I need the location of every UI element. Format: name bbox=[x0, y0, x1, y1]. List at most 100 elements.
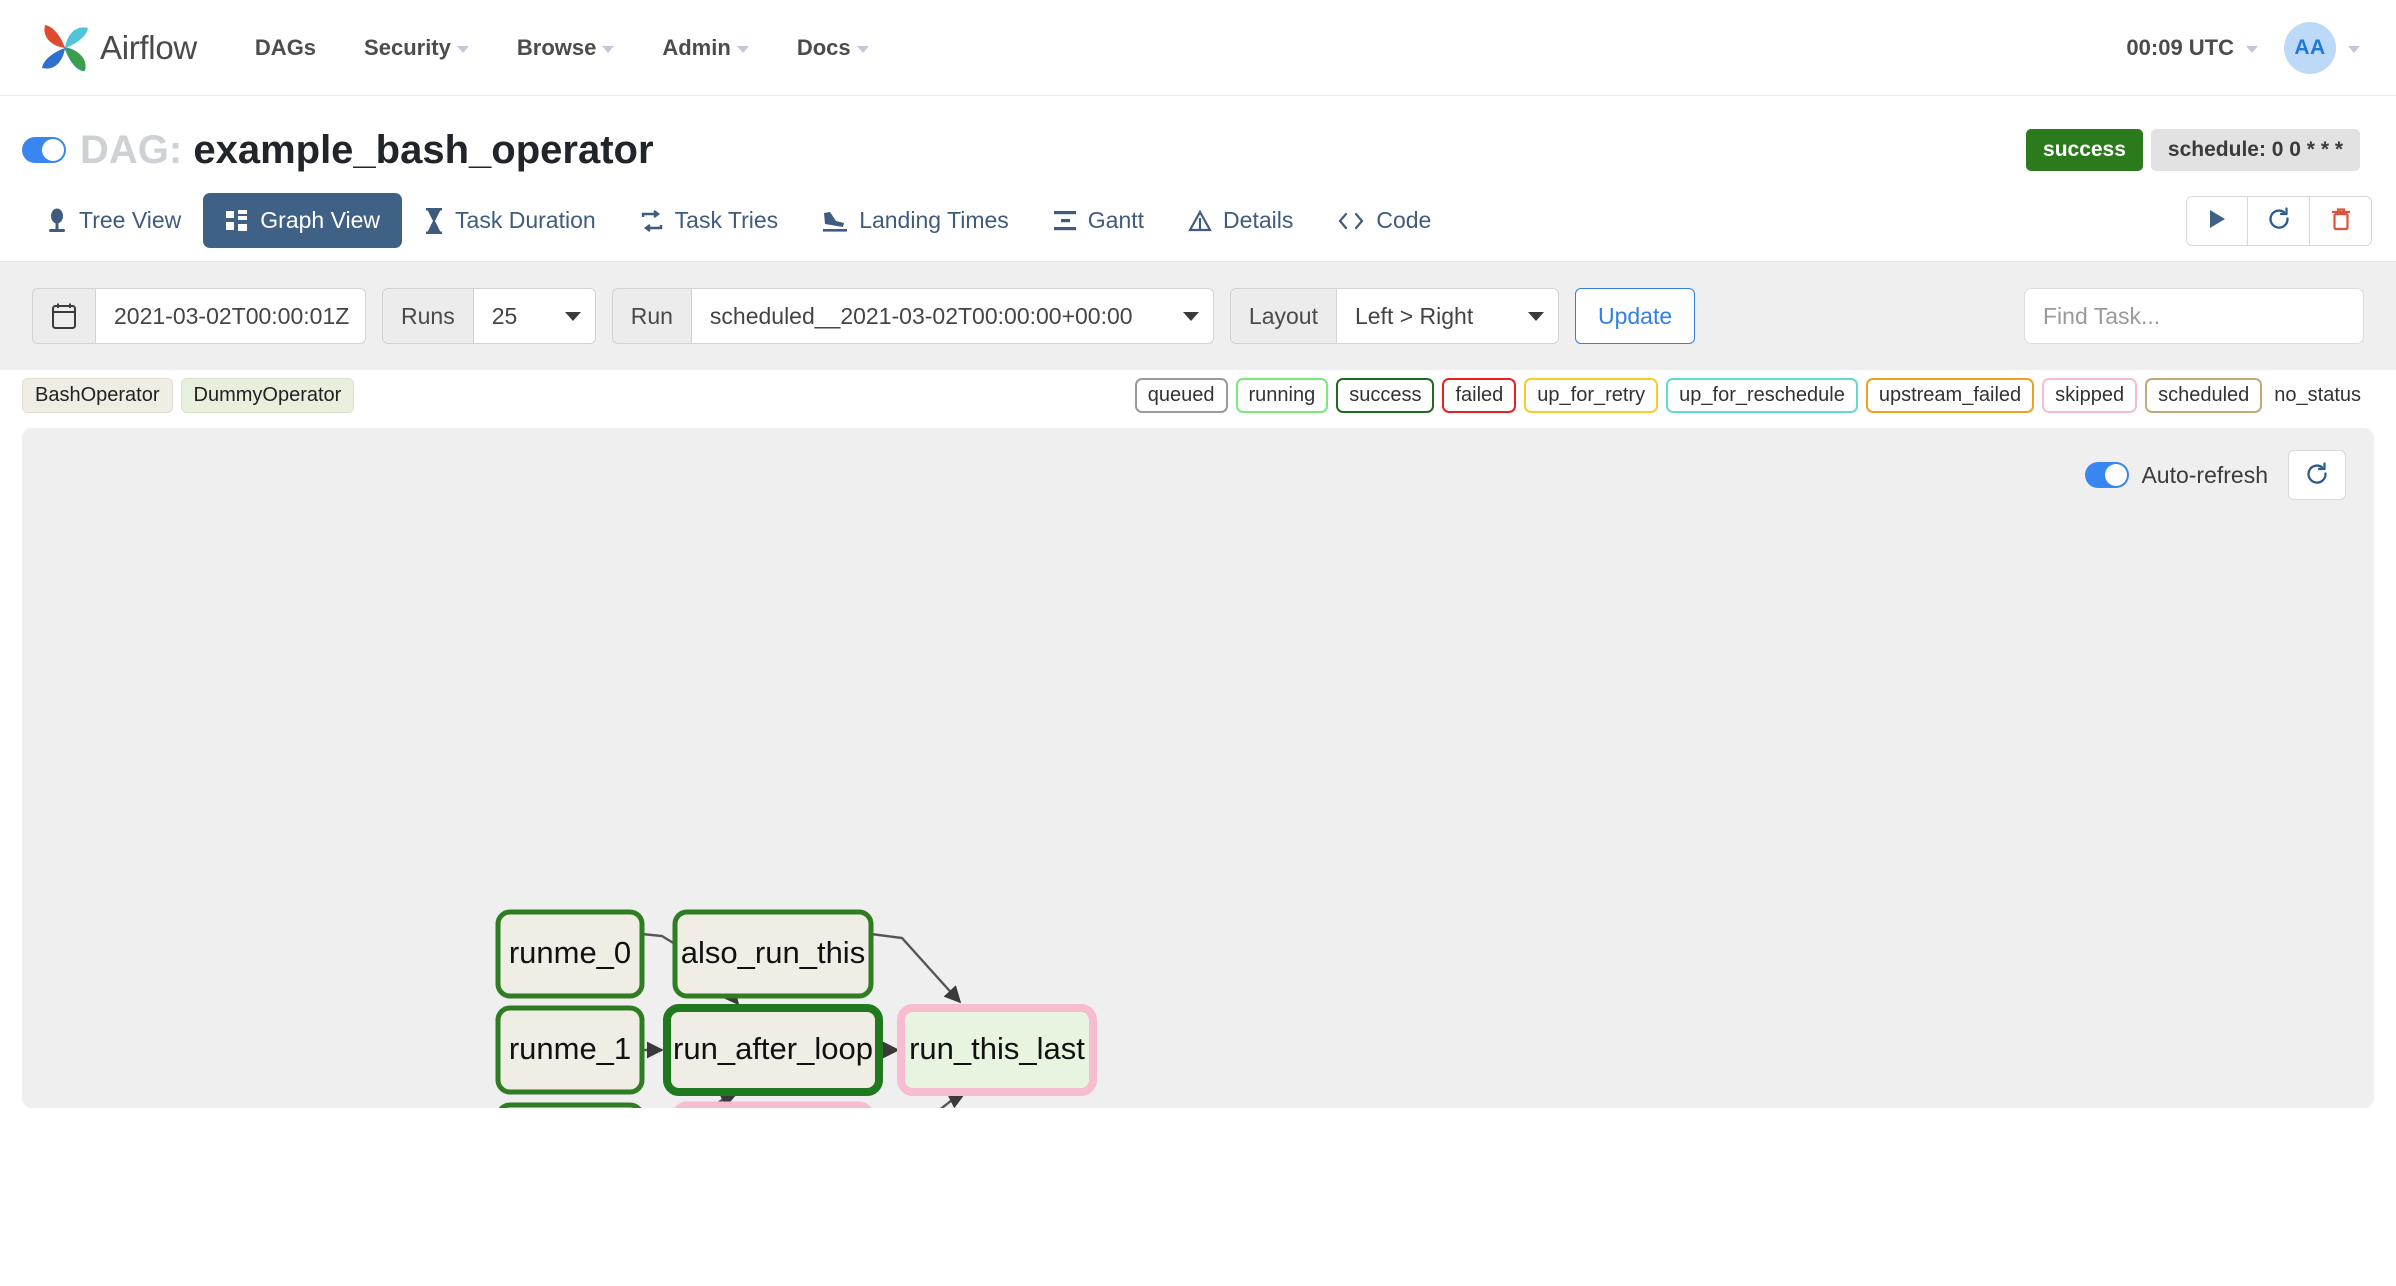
status-legend-upstream-failed[interactable]: upstream_failed bbox=[1865, 377, 2035, 413]
chevron-down-icon bbox=[1527, 311, 1544, 321]
task-node-label: also_run_this bbox=[681, 935, 865, 970]
tab-code[interactable]: Code bbox=[1315, 193, 1453, 248]
status-legend-skipped[interactable]: skipped bbox=[2042, 377, 2138, 413]
brand-logo-link[interactable]: Airflow bbox=[34, 17, 197, 79]
tab-landing-times-label: Landing Times bbox=[859, 207, 1009, 233]
status-legend-queued[interactable]: queued bbox=[1134, 377, 1228, 413]
hourglass-icon bbox=[424, 207, 444, 234]
task-node-label: runme_1 bbox=[509, 1031, 631, 1066]
runs-label: Runs bbox=[382, 288, 474, 344]
graph-filter-bar: 2021-03-02T00:00:01Z Runs 25 Run schedul… bbox=[0, 262, 2396, 370]
legend-row: BashOperator DummyOperator queued runnin… bbox=[0, 370, 2396, 422]
dag-action-buttons bbox=[2186, 195, 2372, 246]
runs-select[interactable]: 25 bbox=[473, 288, 596, 344]
task-node-label: runme_0 bbox=[509, 935, 631, 970]
delete-dag-button[interactable] bbox=[2310, 195, 2372, 246]
trash-icon bbox=[2330, 207, 2352, 234]
nav-item-docs-label: Docs bbox=[796, 34, 851, 60]
tab-graph-view[interactable]: Graph View bbox=[203, 193, 403, 248]
layout-label: Layout bbox=[1229, 288, 1337, 344]
trigger-dag-button[interactable] bbox=[2186, 195, 2248, 246]
tab-gantt[interactable]: Gantt bbox=[1031, 193, 1166, 248]
task-node-runme-2[interactable]: runme_2 bbox=[498, 1102, 642, 1108]
nav-item-admin[interactable]: Admin bbox=[638, 25, 772, 71]
chevron-down-icon bbox=[2246, 46, 2258, 53]
tree-icon bbox=[46, 208, 68, 234]
page-title: DAG: example_bash_operator bbox=[80, 128, 654, 173]
status-badge: success bbox=[2026, 129, 2143, 171]
status-legend-failed[interactable]: failed bbox=[1442, 377, 1517, 413]
update-button[interactable]: Update bbox=[1574, 288, 1696, 344]
nav-item-dags-label: DAGs bbox=[254, 34, 317, 60]
tab-tree-view[interactable]: Tree View bbox=[24, 193, 203, 248]
graph-view-panel: Auto-refresh runme_0 also_run_this runme… bbox=[22, 428, 2374, 1108]
edge-runme-0-to-also-run-this bbox=[641, 932, 676, 946]
task-node-also-run-this[interactable]: also_run_this bbox=[672, 909, 874, 999]
user-menu[interactable]: AA bbox=[2284, 21, 2360, 74]
chevron-down-icon bbox=[564, 311, 581, 321]
task-node-runme-0[interactable]: runme_0 bbox=[495, 909, 645, 999]
schedule-badge[interactable]: schedule: 0 0 * * * bbox=[2150, 129, 2360, 171]
task-node-run-this-last[interactable]: run_this_last bbox=[897, 1004, 1097, 1096]
status-legend-success[interactable]: success bbox=[1336, 377, 1435, 413]
dag-header-badges: success schedule: 0 0 * * * bbox=[2026, 129, 2360, 171]
layout-select[interactable]: Left > Right bbox=[1336, 288, 1559, 344]
task-node-runme-1[interactable]: runme_1 bbox=[495, 1005, 645, 1095]
status-legend: queued running success failed up_for_ret… bbox=[1134, 377, 2374, 413]
layout-group: Layout Left > Right bbox=[1229, 288, 1559, 344]
layout-select-value: Left > Right bbox=[1354, 302, 1474, 329]
nav-item-browse[interactable]: Browse bbox=[493, 25, 638, 71]
repeat-icon bbox=[640, 209, 664, 233]
run-group: Run scheduled__2021-03-02T00:00:00+00:00 bbox=[611, 288, 1214, 344]
task-node-run-after-loop[interactable]: run_after_loop bbox=[663, 1004, 883, 1096]
status-legend-no-status[interactable]: no_status bbox=[2270, 377, 2374, 413]
status-legend-scheduled[interactable]: scheduled bbox=[2145, 377, 2263, 413]
gantt-bars-icon bbox=[1053, 210, 1077, 232]
utc-clock[interactable]: 00:09 UTC bbox=[2126, 35, 2258, 61]
tab-landing-times[interactable]: Landing Times bbox=[800, 193, 1031, 248]
nav-item-security-label: Security bbox=[364, 34, 451, 60]
dag-graph-canvas[interactable]: runme_0 also_run_this runme_1 run_after_… bbox=[22, 428, 2374, 1108]
task-node-this-will-skip[interactable]: this_will_skip bbox=[674, 1101, 872, 1108]
operator-legend: BashOperator DummyOperator bbox=[22, 377, 355, 413]
nav-item-docs[interactable]: Docs bbox=[773, 25, 893, 71]
dag-view-tabs: Tree View Graph View Task Duration Task … bbox=[0, 180, 2396, 262]
task-node-label: run_this_last bbox=[909, 1031, 1085, 1066]
brand-name: Airflow bbox=[100, 28, 197, 66]
tab-task-tries[interactable]: Task Tries bbox=[618, 193, 801, 248]
base-date-input[interactable]: 2021-03-02T00:00:01Z bbox=[96, 288, 366, 344]
run-label: Run bbox=[611, 288, 692, 344]
navbar-right: 00:09 UTC AA bbox=[2126, 21, 2360, 74]
chevron-down-icon bbox=[456, 46, 469, 53]
nav-item-dags[interactable]: DAGs bbox=[231, 25, 340, 71]
chevron-down-icon bbox=[602, 46, 615, 53]
chevron-down-icon bbox=[1182, 311, 1199, 321]
nav-item-security[interactable]: Security bbox=[340, 25, 493, 71]
utc-clock-label: 00:09 UTC bbox=[2126, 34, 2234, 60]
nav-item-browse-label: Browse bbox=[516, 34, 597, 60]
tabs-list: Tree View Graph View Task Duration Task … bbox=[24, 193, 1453, 248]
tab-details[interactable]: Details bbox=[1166, 193, 1315, 248]
graph-icon bbox=[225, 209, 249, 233]
status-legend-up-for-reschedule[interactable]: up_for_reschedule bbox=[1666, 377, 1858, 413]
calendar-icon[interactable] bbox=[32, 288, 96, 344]
tab-gantt-label: Gantt bbox=[1087, 207, 1145, 233]
chevron-down-icon bbox=[856, 46, 869, 53]
run-select[interactable]: scheduled__2021-03-02T00:00:00+00:00 bbox=[691, 288, 1214, 344]
tab-task-duration-label: Task Duration bbox=[455, 207, 596, 233]
play-icon bbox=[2206, 208, 2228, 233]
base-date-group: 2021-03-02T00:00:01Z bbox=[32, 288, 366, 344]
status-legend-up-for-retry[interactable]: up_for_retry bbox=[1524, 377, 1659, 413]
code-brackets-icon bbox=[1337, 210, 1365, 232]
find-task-input[interactable]: Find Task... bbox=[2024, 288, 2364, 344]
nav-item-admin-label: Admin bbox=[662, 34, 731, 60]
refresh-dag-button[interactable] bbox=[2248, 195, 2310, 246]
operator-legend-dummyoperator[interactable]: DummyOperator bbox=[180, 377, 355, 413]
refresh-icon bbox=[2267, 207, 2291, 234]
status-legend-running[interactable]: running bbox=[1235, 377, 1329, 413]
operator-legend-bashoperator[interactable]: BashOperator bbox=[22, 377, 173, 413]
tab-task-duration[interactable]: Task Duration bbox=[402, 193, 618, 248]
plane-landing-icon bbox=[822, 209, 848, 233]
dag-pause-toggle[interactable] bbox=[22, 137, 66, 163]
tab-code-label: Code bbox=[1376, 207, 1432, 233]
